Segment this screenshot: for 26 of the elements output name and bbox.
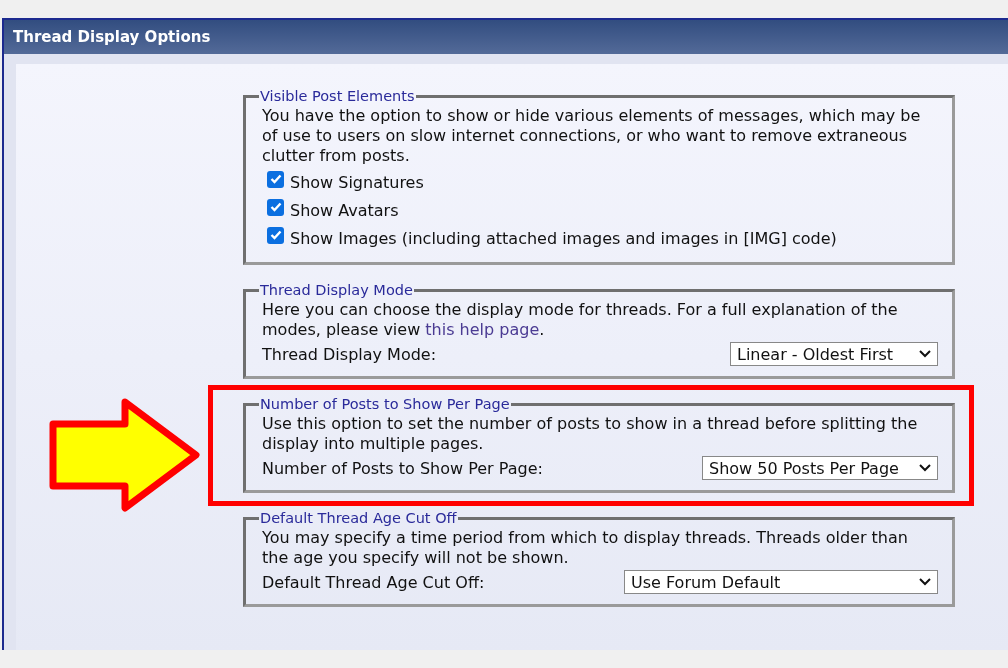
- description-text: You may specify a time period from which to display threads. Threads older than the age you specify will not be shown.: [262, 528, 909, 568]
- arrow-pointer-icon: [48, 397, 202, 513]
- field-label: Thread Display Mode:: [262, 344, 437, 364]
- description-text: You have the option to show or hide various elements of messages, which may be of use to users on slow internet connections, or who want to remove extraneous clutter from posts.: [262, 106, 922, 166]
- panel-title: Thread Display Options: [4, 20, 1008, 54]
- chevron-down-icon: [919, 578, 931, 586]
- group-legend: Default Thread Age Cut Off: [259, 510, 458, 526]
- checkbox-label: Show Images (including attached images and images in [IMG] code): [290, 228, 837, 248]
- dropdown-select[interactable]: Show 50 Posts Per Page: [702, 456, 938, 480]
- checkbox[interactable]: [267, 226, 284, 244]
- group-legend: Visible Post Elements: [259, 88, 416, 104]
- group-legend: Thread Display Mode: [259, 282, 414, 298]
- description-text: Use this option to set the number of posts to show in a thread before splitting the display into multiple pages.: [262, 414, 919, 454]
- chevron-down-icon: [919, 464, 931, 472]
- checkbox-label: Show Signatures: [290, 172, 424, 192]
- group-legend: Number of Posts to Show Per Page: [259, 396, 511, 412]
- checkbox[interactable]: [267, 198, 284, 216]
- field-label: Number of Posts to Show Per Page:: [262, 458, 543, 478]
- checkbox-label: Show Avatars: [290, 200, 399, 220]
- chevron-down-icon: [919, 350, 931, 358]
- help-link[interactable]: this help page: [425, 320, 540, 339]
- field-label: Default Thread Age Cut Off:: [262, 572, 485, 592]
- checkbox[interactable]: [267, 170, 284, 188]
- dropdown-select[interactable]: Use Forum Default: [624, 570, 938, 594]
- description-text: Here you can choose the display mode for threads. For a full explanation of the modes, please view this help page.: [262, 300, 899, 340]
- dropdown-select[interactable]: Linear - Oldest First: [730, 342, 938, 366]
